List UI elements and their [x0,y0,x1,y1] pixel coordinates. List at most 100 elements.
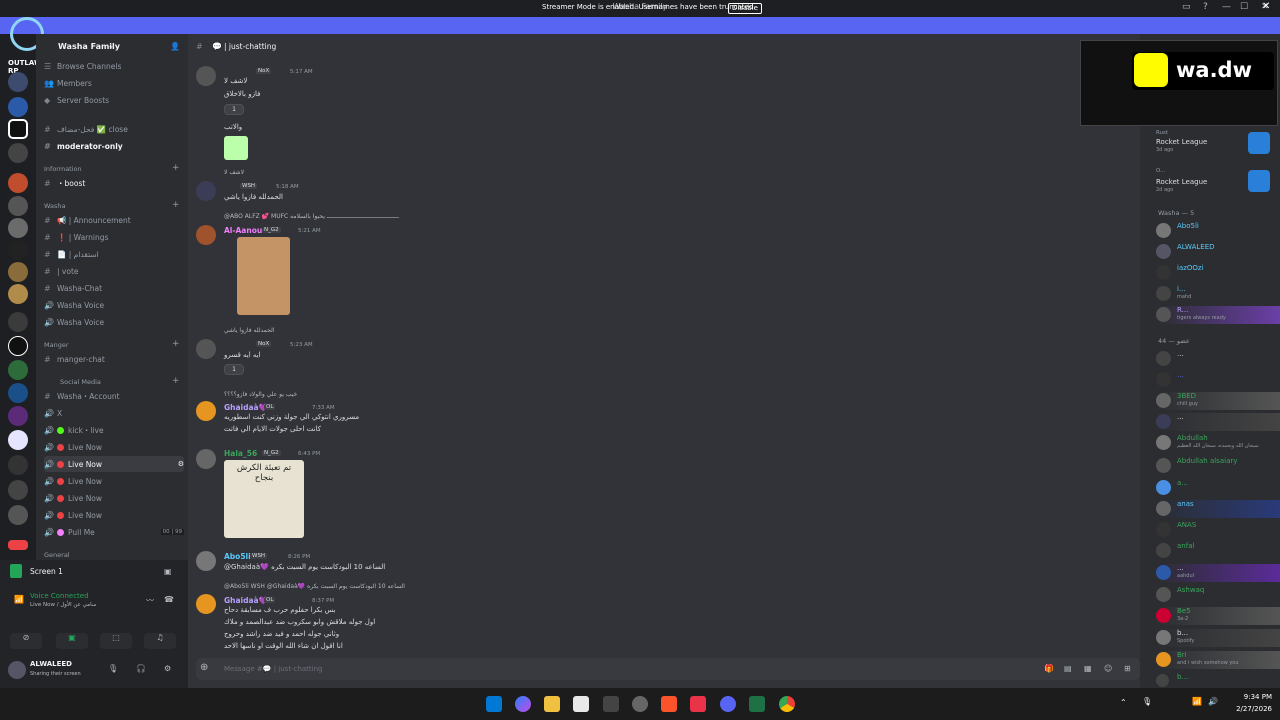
member-item[interactable]: Abdullah alsaiary [1156,457,1280,475]
server-icon[interactable] [8,143,28,163]
disconnect-icon[interactable]: ☎ [164,595,174,604]
headphones-icon[interactable]: 🎧 [136,664,146,673]
reaction-badge[interactable]: 1 [224,364,244,375]
member-item[interactable]: R... tigers always ready [1156,306,1280,324]
reaction-badge[interactable]: 1 [224,104,244,115]
server-icon[interactable] [8,383,28,403]
apps-icon[interactable]: ⊞ [1124,664,1131,673]
channel-item[interactable]: # 📄 | استقدام [44,246,184,262]
member-item[interactable]: Ashwaq [1156,586,1280,604]
github-icon[interactable] [632,696,648,712]
windows-start-icon[interactable] [486,696,502,712]
store-icon[interactable] [573,696,589,712]
activity-item[interactable]: O... Rocket League 2d ago [1156,168,1280,193]
avatar[interactable] [8,661,26,679]
member-item[interactable]: ... aahdul [1156,564,1280,582]
microphone-icon[interactable]: 🎙 [108,664,118,673]
stop-stream-icon[interactable]: ▣ [164,567,172,576]
chevron-down-icon[interactable]: ⌄ [108,42,114,50]
members-item[interactable]: 👥 Members [44,75,184,91]
microphone-tray-icon[interactable]: 🎙 [1142,697,1152,706]
reply-preview[interactable]: @Abo5li WSH @Ghaidaà💜 الساعه 10 البودكاس… [224,583,405,590]
browse-channels-item[interactable]: ☰ Browse Channels [44,58,184,74]
server-icon[interactable] [8,97,28,117]
tray-chevron-icon[interactable]: ⌃ [1120,698,1127,707]
member-item[interactable]: Abdullah سبحان الله وبحمده، سبحان الله ال… [1156,434,1280,452]
avatar[interactable] [196,551,216,571]
new-badge-icon[interactable] [8,540,28,550]
category-social-media[interactable]: Social Media [60,378,101,386]
avatar[interactable] [196,449,216,469]
member-item[interactable]: Bri and i wish somehow you [1156,651,1280,669]
avatar[interactable] [196,225,216,245]
channel-item-moderator-only[interactable]: # moderator-only [44,138,184,154]
channel-item[interactable]: # ❗ | Warnings [44,229,184,245]
voice-channel-item[interactable]: 🔊 Washa Voice [44,314,184,330]
channel-item-boost[interactable]: # ・boost [44,175,184,191]
reply-preview[interactable]: لاشف لا [224,169,244,176]
gift-icon[interactable]: 🎁 [1044,664,1054,673]
voice-status[interactable]: Voice Connected [30,592,89,600]
volume-icon[interactable]: 🔊 [1208,697,1218,706]
calculator-icon[interactable] [603,696,619,712]
server-icon[interactable] [8,336,28,356]
voice-channel-item[interactable]: 🔊 Live Now [44,439,184,455]
add-attachment-icon[interactable]: ⊕ [200,662,208,673]
member-item[interactable]: ... [1156,371,1280,389]
channel-item[interactable]: # 📢 | Announcement [44,212,184,228]
avatar[interactable] [196,66,216,86]
voice-channel-item[interactable]: 🔊 Live Now [44,507,184,523]
member-item[interactable]: ALWALEED [1156,243,1280,261]
brave-icon[interactable] [661,696,677,712]
member-item[interactable]: b... Spotify [1156,629,1280,647]
message-composer[interactable] [196,658,1140,680]
file-explorer-icon[interactable] [544,696,560,712]
screen-share-button[interactable]: ▣ [56,633,88,649]
clock-time[interactable]: 9:34 PM [1232,693,1272,701]
soundboard-button[interactable]: ♫ [144,633,176,649]
activities-button[interactable]: ⬚ [100,633,132,649]
category-manger[interactable]: Manger [44,341,69,349]
server-boosts-item[interactable]: ◆ Server Boosts [44,92,184,108]
image-attachment[interactable] [237,237,290,315]
server-icon[interactable] [8,262,28,282]
author-name[interactable]: Abo5li [224,552,251,561]
avatar[interactable] [196,401,216,421]
voice-channel-name[interactable]: Live Now / سامي عن الأول [30,602,96,608]
member-item[interactable]: i... mahd [1156,285,1280,303]
disable-streamer-mode-button[interactable]: Disable [728,3,762,14]
voice-channel-item[interactable]: 🔊 Washa Voice [44,297,184,313]
chrome-icon[interactable] [779,696,795,712]
gear-icon[interactable]: ⚙ [164,664,171,673]
sticker-icon[interactable]: ▦ [1084,664,1092,673]
category-washa[interactable]: Washa [44,202,65,210]
excel-icon[interactable] [749,696,765,712]
wifi-icon[interactable]: 📶 [1192,697,1202,706]
channel-settings-icon[interactable]: ⚙ [178,460,184,468]
voice-channel-item[interactable]: 🔊 X [44,405,184,421]
server-icon[interactable] [8,284,28,304]
server-icon[interactable] [8,360,28,380]
server-icon[interactable] [8,406,28,426]
add-channel-icon[interactable]: + [172,200,180,210]
member-item[interactable]: Abo5li [1156,222,1280,240]
voice-channel-item[interactable]: 🔊 Pull Me 00 | 99 [44,524,184,540]
author-name[interactable]: Ghaidaà💜 [224,596,268,605]
server-icon[interactable] [8,480,28,500]
server-icon[interactable] [8,505,28,525]
camera-off-button[interactable]: ⊘ [10,633,42,649]
member-item[interactable]: ... [1156,413,1280,431]
member-item[interactable]: ... [1156,350,1280,368]
category-information[interactable]: Information [44,165,82,173]
reply-preview[interactable]: خيب يو علي والولاد فازو؟؟؟؟ [224,391,297,398]
avatar[interactable] [196,339,216,359]
noise-suppression-icon[interactable]: 〰 [146,595,154,606]
member-item[interactable]: ANAS [1156,521,1280,539]
message-input[interactable]: Message #💬 | just-chatting [224,665,322,673]
username[interactable]: ALWALEED [30,660,72,668]
server-icon[interactable] [8,72,28,92]
server-icon[interactable] [8,173,28,193]
server-icon[interactable] [8,312,28,332]
avatar[interactable] [196,181,216,201]
server-icon[interactable] [8,119,28,139]
